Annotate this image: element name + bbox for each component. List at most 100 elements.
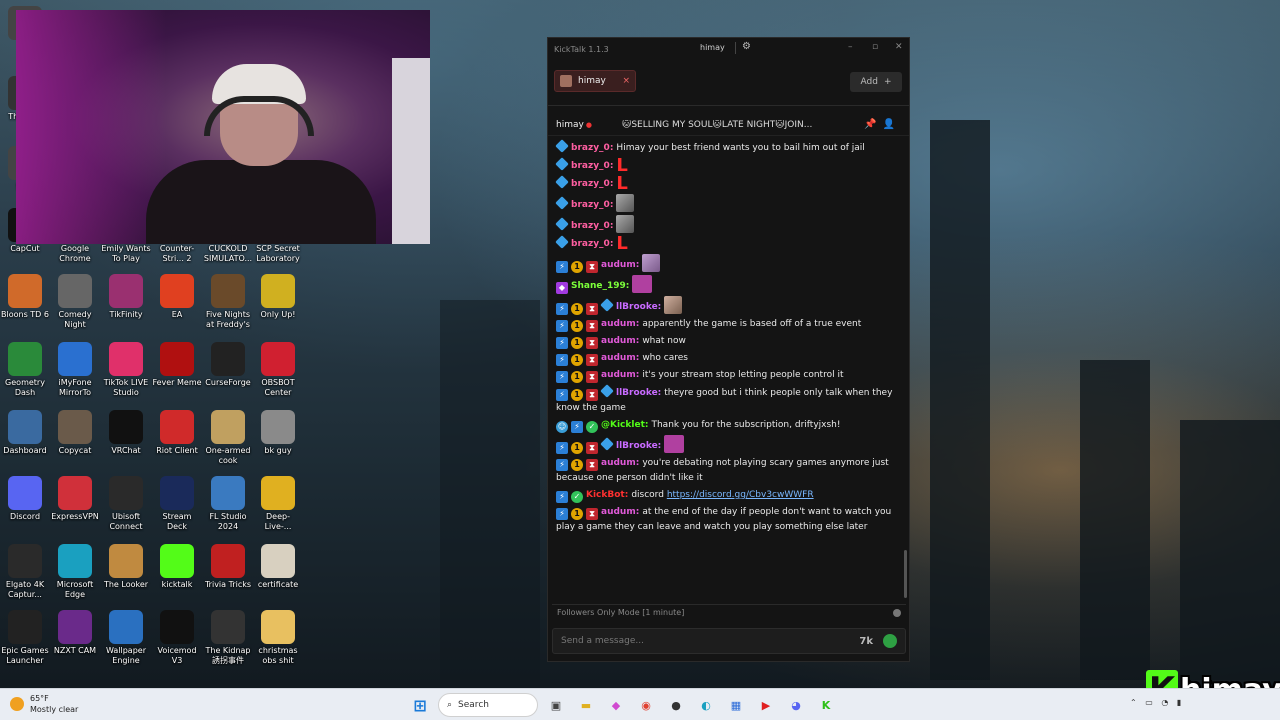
chat-username[interactable]: audum: xyxy=(601,458,639,468)
kicktalk-taskbar-icon[interactable]: K xyxy=(814,693,838,717)
chat-message[interactable]: brazy_0: L xyxy=(555,235,903,253)
chat-emote[interactable] xyxy=(642,254,661,272)
chat-emote[interactable] xyxy=(616,194,635,212)
desktop-icon[interactable]: ExpressVPN xyxy=(50,476,100,522)
desktop-icon[interactable]: Trivia Tricks xyxy=(203,544,253,590)
chat-emote[interactable] xyxy=(664,435,685,453)
chat-message[interactable]: ⚡ 1 ⧗ audum: what now xyxy=(556,334,903,349)
desktop-icon[interactable]: Comedy Night xyxy=(50,274,100,330)
maximize-icon[interactable]: ▫ xyxy=(872,42,878,52)
desktop-icon[interactable]: Microsoft Edge xyxy=(50,544,100,600)
system-tray[interactable]: ⌃ ▭ ◔ ▮ xyxy=(1130,698,1184,707)
chat-emote[interactable]: L xyxy=(616,175,627,193)
desktop-icon[interactable]: Epic Games Launcher xyxy=(0,610,50,666)
user-list-icon[interactable]: 👤 xyxy=(883,119,901,130)
chat-message[interactable]: ⚡ 1 ⧗ audum: who cares xyxy=(556,351,903,366)
chat-link[interactable]: https://discord.gg/Cbv3cwWWFR xyxy=(667,490,814,500)
chat-emote[interactable] xyxy=(632,275,653,293)
chrome-icon[interactable]: ◉ xyxy=(634,693,658,717)
kick-emote-icon[interactable]: 7k xyxy=(859,636,873,647)
message-input[interactable]: Send a message... 7k xyxy=(552,628,906,654)
desktop-icon[interactable]: Bloons TD 6 xyxy=(0,274,50,320)
desktop-icon[interactable]: Deep-Live-... xyxy=(253,476,303,532)
start-icon[interactable]: ⊞ xyxy=(408,693,432,717)
titlebar-user[interactable]: himay xyxy=(700,43,725,52)
info-icon[interactable] xyxy=(893,608,901,617)
file-explorer-icon[interactable]: ▬ xyxy=(574,693,598,717)
chat-username[interactable]: @Kicklet: xyxy=(601,420,648,430)
desktop-icon[interactable]: NZXT CAM xyxy=(50,610,100,656)
chat-username[interactable]: Shane_199: xyxy=(571,281,629,291)
chat-message[interactable]: brazy_0: L xyxy=(555,175,903,193)
desktop-icon[interactable]: Wallpaper Engine xyxy=(101,610,151,666)
youtube-icon[interactable]: ▶ xyxy=(754,693,778,717)
desktop-icon[interactable]: bk guy xyxy=(253,410,303,456)
chat-username[interactable]: audum: xyxy=(601,370,639,380)
chat-message[interactable]: ⚡ 1 ⧗ audum: you're debating not playing sca… xyxy=(556,456,903,486)
minimize-icon[interactable]: – xyxy=(848,42,853,52)
chat-username[interactable]: brazy_0: xyxy=(571,179,613,189)
desktop-icon[interactable]: Five Nights at Freddy's xyxy=(203,274,253,330)
chat-username[interactable]: audum: xyxy=(601,353,639,363)
chat-username[interactable]: audum: xyxy=(601,507,639,517)
chat-username[interactable]: KickBot: xyxy=(586,490,628,500)
pin-icon[interactable]: 📌 xyxy=(864,119,882,130)
chat-message[interactable]: brazy_0: xyxy=(555,194,903,213)
desktop-icon[interactable]: Riot Client xyxy=(152,410,202,456)
chat-username[interactable]: brazy_0: xyxy=(571,143,613,153)
desktop-icon[interactable]: The Kidnap 誘拐事件 xyxy=(203,610,253,666)
desktop-icon[interactable]: Only Up! xyxy=(253,274,303,320)
chat-message[interactable]: ⚡ 1 ⧗ llBrooke: xyxy=(556,296,903,315)
desktop-icon[interactable]: TikFinity xyxy=(101,274,151,320)
desktop-icon[interactable]: Ubisoft Connect xyxy=(101,476,151,532)
chat-message[interactable]: ⚡ 1 ⧗ audum: apparently the game is based of… xyxy=(556,317,903,332)
desktop-icon[interactable]: VRChat xyxy=(101,410,151,456)
desktop-icon[interactable]: Voicemod V3 xyxy=(152,610,202,666)
chat-emote[interactable]: L xyxy=(616,157,627,175)
add-chatroom-button[interactable]: Add + xyxy=(850,72,902,92)
desktop-icon[interactable]: Stream Deck xyxy=(152,476,202,532)
desktop-icon[interactable]: Geometry Dash xyxy=(0,342,50,398)
desktop-icon[interactable]: Discord xyxy=(0,476,50,522)
obs-icon[interactable]: ● xyxy=(664,693,688,717)
gear-icon[interactable]: ⚙ xyxy=(742,41,751,52)
close-icon[interactable]: ✕ xyxy=(895,42,903,52)
chat-message[interactable]: ☺ ⚡ ✓ @Kicklet: Thank you for the subscripti… xyxy=(556,418,903,433)
chat-message-list[interactable]: brazy_0: Himay your best friend wants you… xyxy=(548,138,909,600)
taskbar-search[interactable]: ⌕ Search xyxy=(438,693,538,717)
desktop-icon[interactable]: kicktalk xyxy=(152,544,202,590)
chat-username[interactable]: audum: xyxy=(601,319,639,329)
chat-emote[interactable] xyxy=(664,296,683,314)
chat-username[interactable]: brazy_0: xyxy=(571,221,613,231)
tab-himay[interactable]: himay × xyxy=(554,70,636,92)
chat-emote[interactable]: L xyxy=(616,235,627,253)
discord-icon[interactable]: ◕ xyxy=(784,693,808,717)
chat-username[interactable]: llBrooke: xyxy=(616,388,661,398)
chat-message[interactable]: brazy_0: xyxy=(555,215,903,234)
desktop-icon[interactable]: CurseForge xyxy=(203,342,253,388)
tab-close-icon[interactable]: × xyxy=(622,76,630,86)
chat-username[interactable]: audum: xyxy=(601,336,639,346)
desktop-icon[interactable]: christmas obs shit xyxy=(253,610,303,666)
desktop-icon[interactable]: EA xyxy=(152,274,202,320)
desktop-icon[interactable]: One-armed cook xyxy=(203,410,253,466)
edge-icon[interactable]: ◐ xyxy=(694,693,718,717)
chat-message[interactable]: brazy_0: Himay your best friend wants you… xyxy=(555,139,903,156)
desktop-icon[interactable]: OBSBOT Center xyxy=(253,342,303,398)
chat-message[interactable]: ◆ Shane_199: xyxy=(556,275,903,294)
copilot-icon[interactable]: ◆ xyxy=(604,693,628,717)
chat-username[interactable]: brazy_0: xyxy=(571,200,613,210)
chat-message[interactable]: ⚡ 1 ⧗ audum: at the end of the day if people… xyxy=(556,505,903,535)
window-titlebar[interactable]: KickTalk 1.1.3 himay ⚙ – ▫ ✕ xyxy=(548,38,909,60)
chat-scrollbar[interactable] xyxy=(904,550,907,598)
desktop-icon[interactable]: The Looker xyxy=(101,544,151,590)
desktop-icon[interactable]: TikTok LIVE Studio xyxy=(101,342,151,398)
chat-username[interactable]: brazy_0: xyxy=(571,161,613,171)
chat-message[interactable]: ⚡ 1 ⧗ audum: it's your stream stop letting p… xyxy=(556,368,903,383)
chat-username[interactable]: audum: xyxy=(601,260,639,270)
chat-message[interactable]: ⚡ 1 ⧗ audum: xyxy=(556,254,903,273)
channel-name[interactable]: himay xyxy=(556,120,584,130)
desktop-icon[interactable]: iMyFone MirrorTo xyxy=(50,342,100,398)
desktop-icon[interactable]: Elgato 4K Captur... xyxy=(0,544,50,600)
emoji-picker-icon[interactable] xyxy=(883,634,897,648)
